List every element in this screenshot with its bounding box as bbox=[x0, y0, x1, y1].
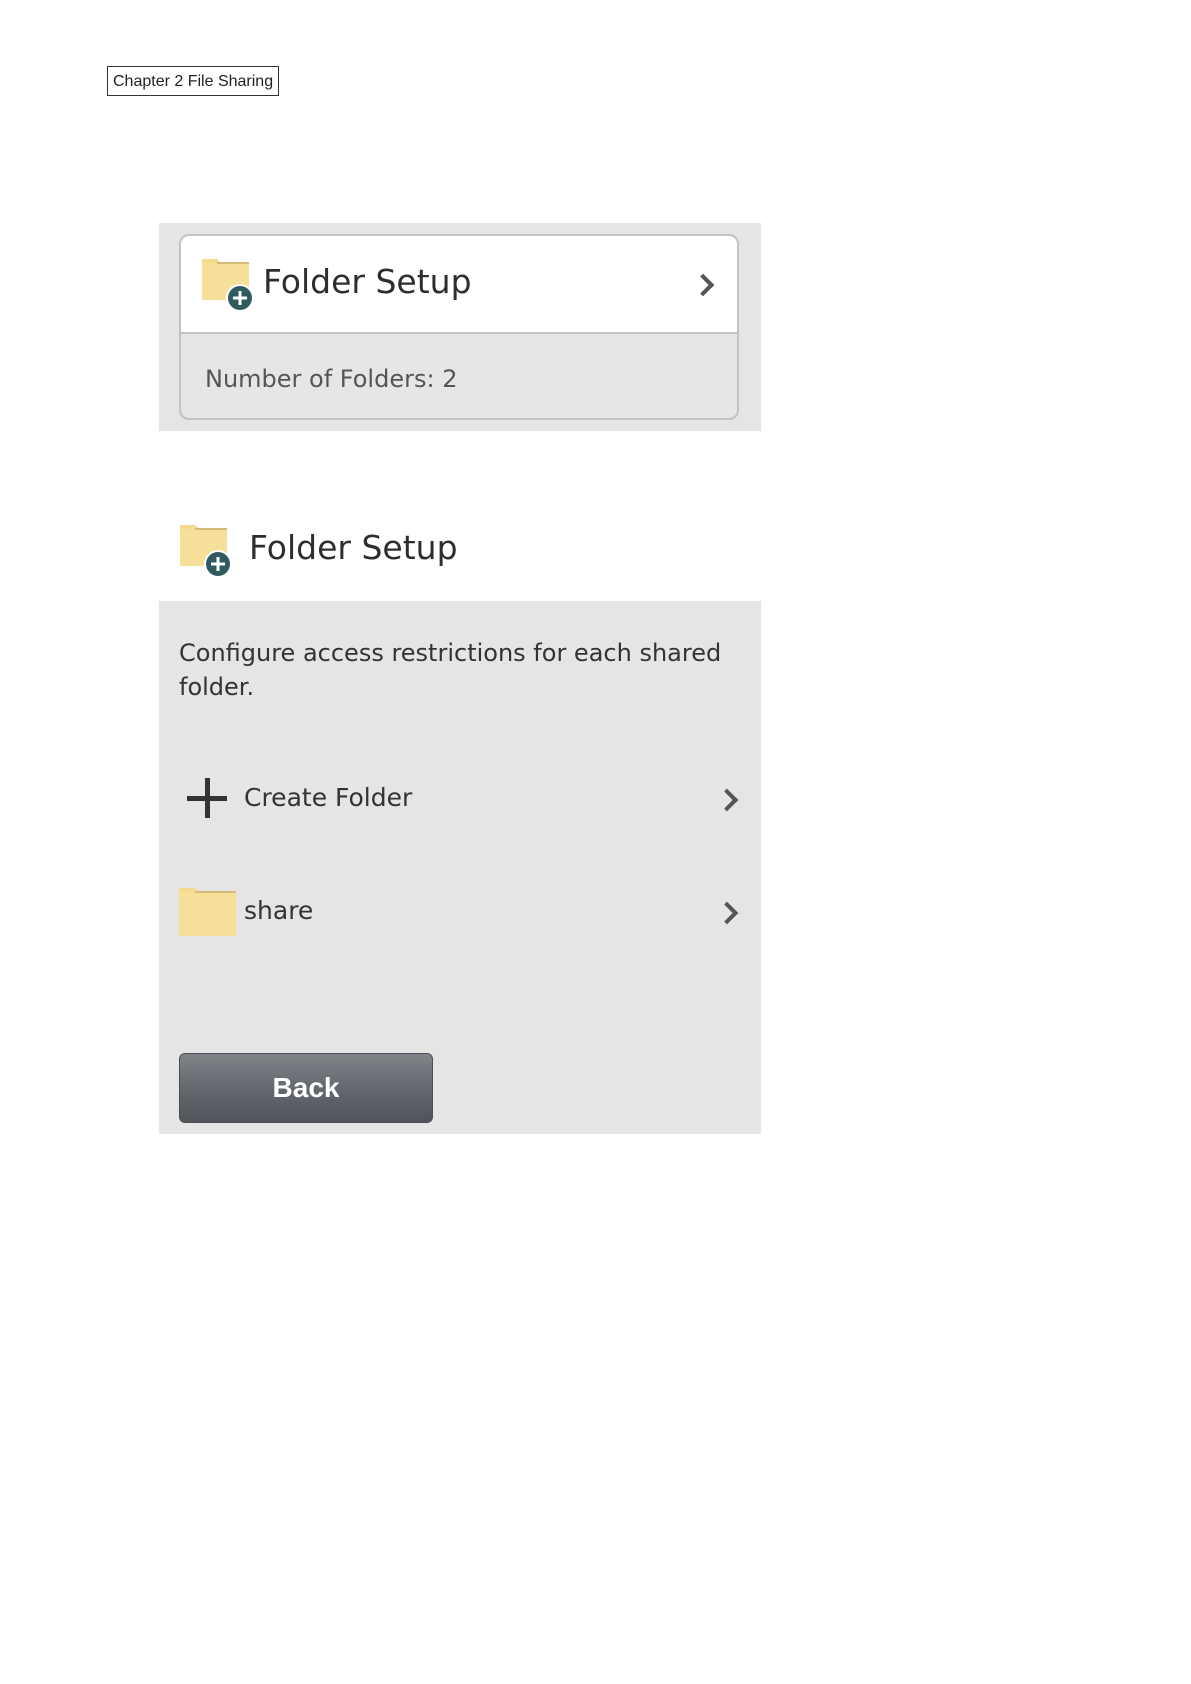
folder-add-icon bbox=[201, 256, 257, 316]
folder-setup-card[interactable]: Folder Setup Number of Folders: 2 bbox=[179, 234, 739, 420]
page-title: Folder Setup bbox=[249, 528, 458, 567]
share-folder-row[interactable]: share bbox=[179, 876, 741, 946]
folder-count-text: Number of Folders: 2 bbox=[205, 365, 458, 393]
folder-setup-card-header[interactable]: Folder Setup bbox=[181, 236, 737, 334]
folder-add-icon bbox=[179, 522, 235, 582]
manual-page: Chapter 2 File Sharing Folder Setup Numb… bbox=[0, 0, 1191, 1684]
chapter-label: Chapter 2 File Sharing bbox=[107, 66, 280, 96]
plus-icon bbox=[187, 778, 227, 818]
folder-setup-panel: Configure access restrictions for each s… bbox=[159, 601, 761, 1134]
chevron-right-icon bbox=[715, 901, 739, 925]
folder-setup-title-row: Folder Setup bbox=[179, 518, 761, 588]
share-folder-label: share bbox=[244, 896, 314, 925]
description-text: Configure access restrictions for each s… bbox=[179, 639, 722, 701]
back-button[interactable]: Back bbox=[179, 1053, 433, 1123]
create-folder-label: Create Folder bbox=[244, 783, 413, 812]
card-title: Folder Setup bbox=[263, 262, 472, 301]
folder-setup-card-screenshot: Folder Setup Number of Folders: 2 bbox=[159, 223, 761, 431]
create-folder-row[interactable]: Create Folder bbox=[179, 763, 741, 833]
chevron-right-icon bbox=[691, 273, 715, 297]
chevron-right-icon bbox=[715, 788, 739, 812]
folder-icon bbox=[179, 886, 237, 942]
